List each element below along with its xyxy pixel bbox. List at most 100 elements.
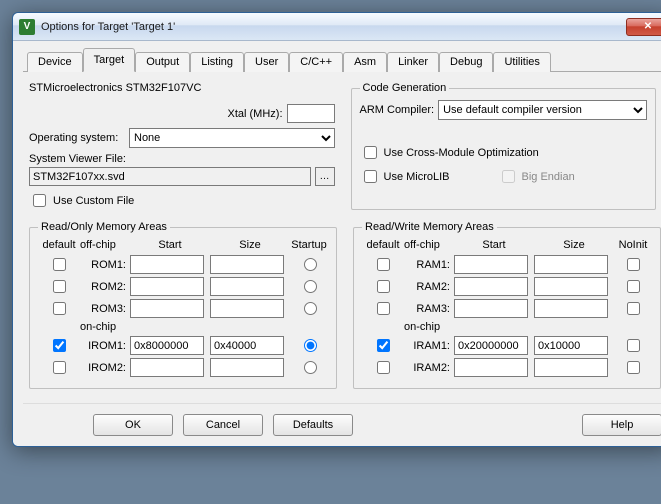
ro-row2-start[interactable] bbox=[130, 299, 204, 318]
svf-label: System Viewer File: bbox=[29, 153, 126, 165]
rw-group: Read/Write Memory Areas default off-chip… bbox=[353, 221, 661, 389]
ro-row4-startup[interactable] bbox=[304, 361, 317, 374]
rw-row2-default[interactable] bbox=[377, 302, 390, 315]
tab-linker[interactable]: Linker bbox=[387, 52, 439, 72]
ro-row3-default[interactable] bbox=[53, 339, 66, 352]
ro-row2-startup[interactable] bbox=[304, 302, 317, 315]
ro-row1-startup[interactable] bbox=[304, 280, 317, 293]
ro-row0-label: ROM1: bbox=[80, 259, 130, 271]
device-label: STMicroelectronics STM32F107VC bbox=[29, 82, 201, 94]
rw-row0-start[interactable] bbox=[454, 255, 528, 274]
ok-button[interactable]: OK bbox=[93, 414, 173, 436]
tab-utilities[interactable]: Utilities bbox=[493, 52, 550, 72]
compiler-select[interactable]: Use default compiler version bbox=[438, 100, 647, 120]
ro-group: Read/Only Memory Areas default off-chip … bbox=[29, 221, 337, 389]
help-button[interactable]: Help bbox=[582, 414, 661, 436]
rw-row1-size[interactable] bbox=[534, 277, 608, 296]
microlib-label: Use MicroLIB bbox=[384, 171, 494, 183]
rw-row3-label: IRAM1: bbox=[404, 340, 454, 352]
svf-input bbox=[29, 167, 311, 186]
ro-row0-start[interactable] bbox=[130, 255, 204, 274]
rw-row4-default[interactable] bbox=[377, 361, 390, 374]
bigendian-checkbox bbox=[502, 170, 515, 183]
rw-row0-noinit[interactable] bbox=[627, 258, 640, 271]
ro-hdr-start: Start bbox=[130, 239, 210, 251]
rw-row2-start[interactable] bbox=[454, 299, 528, 318]
microlib-checkbox[interactable] bbox=[364, 170, 377, 183]
rw-row0-size[interactable] bbox=[534, 255, 608, 274]
rw-legend: Read/Write Memory Areas bbox=[362, 221, 497, 233]
xtal-input[interactable] bbox=[287, 104, 335, 123]
rw-hdr-default: default bbox=[362, 239, 404, 251]
rw-row3-start[interactable] bbox=[454, 336, 528, 355]
ro-hdr-size: Size bbox=[210, 239, 290, 251]
ro-row2-size[interactable] bbox=[210, 299, 284, 318]
ro-hdr-startup: Startup bbox=[290, 239, 328, 251]
ro-row4-label: IROM2: bbox=[80, 362, 130, 374]
rw-row3-default[interactable] bbox=[377, 339, 390, 352]
rw-row1-start[interactable] bbox=[454, 277, 528, 296]
tab-output[interactable]: Output bbox=[135, 52, 190, 72]
app-icon: V bbox=[19, 19, 35, 35]
ro-row1-start[interactable] bbox=[130, 277, 204, 296]
cross-module-label: Use Cross-Module Optimization bbox=[384, 147, 539, 159]
ro-row0-size[interactable] bbox=[210, 255, 284, 274]
ro-row4-size[interactable] bbox=[210, 358, 284, 377]
tab-asm[interactable]: Asm bbox=[343, 52, 387, 72]
rw-row4-start[interactable] bbox=[454, 358, 528, 377]
target-panel: STMicroelectronics STM32F107VC Xtal (MHz… bbox=[23, 78, 661, 397]
custom-file-checkbox[interactable] bbox=[33, 194, 46, 207]
tab-user[interactable]: User bbox=[244, 52, 289, 72]
custom-file-label: Use Custom File bbox=[53, 195, 134, 207]
ro-row3-label: IROM1: bbox=[80, 340, 130, 352]
rw-hdr-start: Start bbox=[454, 239, 534, 251]
ro-row3-size[interactable] bbox=[210, 336, 284, 355]
codegen-legend: Code Generation bbox=[360, 82, 450, 94]
ro-row4-default[interactable] bbox=[53, 361, 66, 374]
rw-row1-noinit[interactable] bbox=[627, 280, 640, 293]
os-select[interactable]: None bbox=[129, 128, 335, 148]
ro-row0-startup[interactable] bbox=[304, 258, 317, 271]
close-button[interactable]: ✕ bbox=[626, 18, 661, 36]
ro-row2-label: ROM3: bbox=[80, 303, 130, 315]
codegen-group: Code Generation ARM Compiler: Use defaul… bbox=[351, 82, 657, 210]
ro-row1-default[interactable] bbox=[53, 280, 66, 293]
cancel-button[interactable]: Cancel bbox=[183, 414, 263, 436]
ro-row3-start[interactable] bbox=[130, 336, 204, 355]
xtal-label: Xtal (MHz): bbox=[228, 108, 283, 120]
tab-listing[interactable]: Listing bbox=[190, 52, 244, 72]
tab-cpp[interactable]: C/C++ bbox=[289, 52, 343, 72]
ro-row1-size[interactable] bbox=[210, 277, 284, 296]
rw-row4-size[interactable] bbox=[534, 358, 608, 377]
rw-row4-label: IRAM2: bbox=[404, 362, 454, 374]
compiler-label: ARM Compiler: bbox=[360, 104, 435, 116]
ro-onchip-label: on-chip bbox=[80, 321, 130, 333]
rw-row2-size[interactable] bbox=[534, 299, 608, 318]
rw-row2-noinit[interactable] bbox=[627, 302, 640, 315]
rw-row1-default[interactable] bbox=[377, 280, 390, 293]
rw-row1-label: RAM2: bbox=[404, 281, 454, 293]
rw-row4-noinit[interactable] bbox=[627, 361, 640, 374]
tab-device[interactable]: Device bbox=[27, 52, 83, 72]
tab-debug[interactable]: Debug bbox=[439, 52, 493, 72]
ro-legend: Read/Only Memory Areas bbox=[38, 221, 170, 233]
rw-hdr-offchip: off-chip bbox=[404, 239, 454, 251]
rw-row2-label: RAM3: bbox=[404, 303, 454, 315]
rw-row0-default[interactable] bbox=[377, 258, 390, 271]
defaults-button[interactable]: Defaults bbox=[273, 414, 353, 436]
rw-row3-noinit[interactable] bbox=[627, 339, 640, 352]
os-label: Operating system: bbox=[29, 132, 125, 144]
ro-row2-default[interactable] bbox=[53, 302, 66, 315]
ro-row0-default[interactable] bbox=[53, 258, 66, 271]
window-title: Options for Target 'Target 1' bbox=[41, 21, 626, 33]
tab-strip: Device Target Output Listing User C/C++ … bbox=[23, 49, 661, 72]
rw-row3-size[interactable] bbox=[534, 336, 608, 355]
ro-row4-start[interactable] bbox=[130, 358, 204, 377]
tab-target[interactable]: Target bbox=[83, 48, 136, 72]
titlebar[interactable]: V Options for Target 'Target 1' ✕ bbox=[13, 13, 661, 41]
cross-module-checkbox[interactable] bbox=[364, 146, 377, 159]
ro-row1-label: ROM2: bbox=[80, 281, 130, 293]
bigendian-label: Big Endian bbox=[522, 171, 575, 183]
ro-row3-startup[interactable] bbox=[304, 339, 317, 352]
svf-browse-button[interactable]: … bbox=[315, 167, 335, 186]
